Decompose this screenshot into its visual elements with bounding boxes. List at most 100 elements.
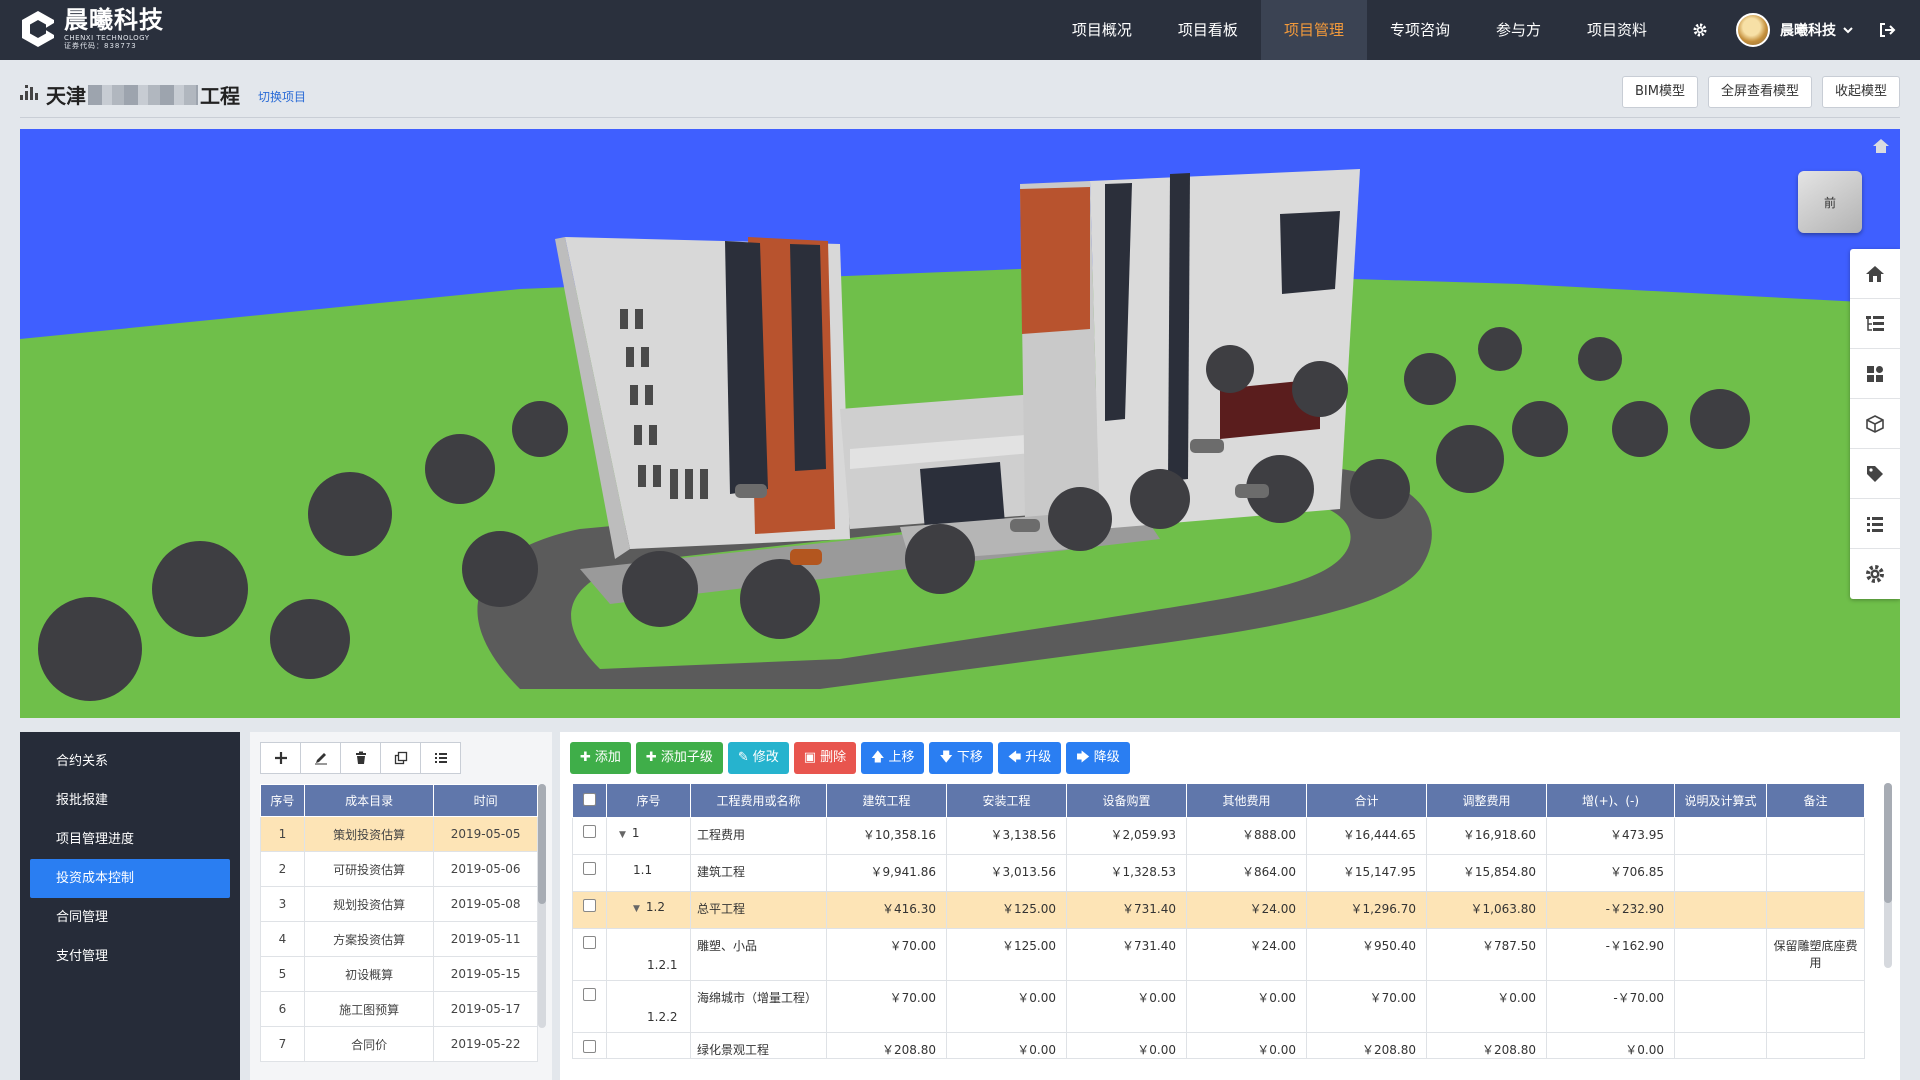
table-row[interactable]: 4 方案投资估算 2019-05-11 [260, 921, 538, 957]
settings-icon[interactable] [1850, 549, 1900, 599]
table-row[interactable]: 1 策划投资估算 2019-05-05 [260, 816, 538, 852]
nav-project-documents[interactable]: 项目资料 [1564, 0, 1670, 60]
edit-label: 修改 [752, 750, 779, 765]
table-row[interactable]: ▼ 1 工程费用 ￥10,358.16 ￥3,138.56 ￥2,059.93 ￥888.0… [572, 817, 1865, 855]
cube-icon[interactable] [1850, 399, 1900, 449]
row-checkbox-cell[interactable] [572, 891, 607, 929]
select-all-cell[interactable] [572, 783, 607, 818]
add-button[interactable]: ✚ 添加 [570, 742, 631, 774]
promote-button[interactable]: 🡄 升级 [997, 742, 1062, 774]
catalog-name-cell: 合同价 [303, 1026, 435, 1062]
sidebar-item-contract-management[interactable]: 合同管理 [30, 898, 230, 937]
add-icon[interactable] [260, 742, 301, 774]
fullscreen-model-button[interactable]: 全屏查看模型 [1707, 76, 1812, 108]
column-header[interactable]: 成本目录 [303, 784, 435, 817]
bim-model-button[interactable]: BIM模型 [1621, 76, 1698, 108]
table-row[interactable]: 7 合同价 2019-05-22 [260, 1026, 538, 1062]
select-all-checkbox[interactable] [583, 792, 596, 806]
install-amount-cell: ￥0.00 [946, 1032, 1067, 1059]
viewer-home-icon[interactable] [1872, 137, 1890, 155]
column-header: 合计 [1306, 783, 1427, 818]
move-down-button[interactable]: 🡇 下移 [929, 742, 993, 774]
move-up-label: 上移 [888, 750, 915, 765]
nav-project-overview[interactable]: 项目概况 [1049, 0, 1155, 60]
nav-special-consulting[interactable]: 专项咨询 [1367, 0, 1473, 60]
item-name-cell: 雕塑、小品 [690, 928, 827, 981]
sidebar-item-cost-control[interactable]: 投资成本控制 [30, 859, 230, 898]
edit-icon[interactable] [300, 742, 341, 774]
row-checkbox-cell[interactable] [572, 1032, 607, 1059]
nav-project-board[interactable]: 项目看板 [1155, 0, 1261, 60]
column-header: 序号 [260, 784, 305, 817]
row-checkbox[interactable] [583, 899, 596, 912]
expand-toggle-icon[interactable]: ▼ [619, 830, 626, 840]
equip-amount-cell: ￥0.00 [1066, 1032, 1187, 1059]
edit-button[interactable]: ✎ 修改 [727, 742, 789, 774]
promote-label: 升级 [1025, 750, 1052, 765]
sidebar-item-progress[interactable]: 项目管理进度 [30, 820, 230, 859]
list-icon[interactable] [1850, 499, 1900, 549]
row-checkbox[interactable] [583, 1040, 596, 1053]
nav-participants[interactable]: 参与方 [1473, 0, 1564, 60]
row-checkbox[interactable] [583, 936, 596, 949]
sidebar-item-contract-relations[interactable]: 合约关系 [30, 742, 230, 781]
row-checkbox[interactable] [583, 825, 596, 838]
copy-icon[interactable] [380, 742, 421, 774]
view-navigation-cube[interactable]: 前 [1798, 171, 1862, 233]
tag-icon[interactable] [1850, 449, 1900, 499]
home-icon[interactable] [1850, 249, 1900, 299]
demote-button[interactable]: 🡆 降级 [1066, 742, 1130, 774]
nav-project-management[interactable]: 项目管理 [1260, 0, 1367, 60]
layers-icon[interactable] [1850, 349, 1900, 399]
row-checkbox[interactable] [583, 988, 596, 1001]
table-row[interactable]: 1.1 建筑工程 ￥9,941.86 ￥3,013.56 ￥1,328.53 ￥864.0… [572, 854, 1865, 892]
brand-logo[interactable]: 晨曦科技 CHENXI TECHNOLOGY 证券代码：838773 [18, 8, 164, 50]
add-child-button[interactable]: ✚ 添加子级 [635, 742, 723, 774]
table-row[interactable]: 2 可研投资估算 2019-05-06 [260, 851, 538, 887]
collapse-model-button[interactable]: 收起模型 [1821, 76, 1900, 108]
equip-amount-cell: ￥1,328.53 [1066, 854, 1187, 892]
date-cell: 2019-05-06 [433, 851, 538, 887]
sidebar-item-payment-management[interactable]: 支付管理 [30, 937, 230, 976]
catalog-scrollbar[interactable] [538, 784, 546, 1028]
list-view-icon[interactable] [420, 742, 461, 774]
trash-icon[interactable] [340, 742, 381, 774]
note-cell [1674, 928, 1767, 981]
row-checkbox-cell[interactable] [572, 928, 607, 981]
column-header[interactable]: 时间 [433, 784, 538, 817]
table-row[interactable]: 3 规划投资估算 2019-05-08 [260, 886, 538, 922]
switch-project-link[interactable]: 切换项目 [258, 88, 306, 105]
cost-catalog-panel: 序号 成本目录 时间 1 策划投资估算 2019-05-05 2 可研投资估算 2019-… [250, 732, 552, 1080]
install-amount-cell: ￥125.00 [946, 891, 1067, 929]
table-row[interactable]: 5 初设概算 2019-05-15 [260, 956, 538, 992]
row-checkbox-cell[interactable] [572, 980, 607, 1033]
table-row[interactable]: 绿化景观工程 ￥208.80 ￥0.00 ￥0.00 ￥0.00 ￥208.80 ￥208.… [572, 1032, 1865, 1059]
top-navigation-bar: 晨曦科技 CHENXI TECHNOLOGY 证券代码：838773 项目概况 … [0, 0, 1920, 60]
user-menu[interactable]: 晨曦科技 [1736, 13, 1854, 47]
catalog-name-cell: 施工图预算 [303, 991, 435, 1027]
row-checkbox[interactable] [583, 862, 596, 875]
remark-cell: 保留雕塑底座费用 [1766, 928, 1865, 981]
row-number-cell: ▼ 1 [606, 817, 691, 855]
sidebar-item-approvals[interactable]: 报批报建 [30, 781, 230, 820]
bim-model-viewer[interactable]: 前 [20, 129, 1900, 718]
row-number-cell: 1 [260, 816, 305, 852]
tree-icon[interactable] [1850, 299, 1900, 349]
table-row[interactable]: 1.2.1 雕塑、小品 ￥70.00 ￥125.00 ￥731.40 ￥24.00 ￥950… [572, 928, 1865, 981]
row-checkbox-cell[interactable] [572, 817, 607, 855]
expand-toggle-icon[interactable]: ▼ [633, 904, 640, 914]
settings-gear-icon[interactable] [1690, 20, 1710, 40]
delete-button[interactable]: ▣ 删除 [793, 742, 857, 774]
install-amount-cell: ￥0.00 [946, 980, 1067, 1033]
table-row[interactable]: 1.2.2 海绵城市（增量工程） ￥70.00 ￥0.00 ￥0.00 ￥0.00 ￥70.… [572, 980, 1865, 1033]
table-scrollbar[interactable] [1884, 783, 1892, 968]
adjust-amount-cell: ￥787.50 [1426, 928, 1547, 981]
remark-cell [1766, 980, 1865, 1033]
table-row[interactable]: ▼ 1.2 总平工程 ￥416.30 ￥125.00 ￥731.40 ￥24.00 ￥1,29… [572, 891, 1865, 929]
column-header: 增(+)、(-) [1546, 783, 1675, 818]
table-row[interactable]: 6 施工图预算 2019-05-17 [260, 991, 538, 1027]
row-checkbox-cell[interactable] [572, 854, 607, 892]
total-amount-cell: ￥950.40 [1306, 928, 1427, 981]
move-up-button[interactable]: 🡅 上移 [861, 742, 925, 774]
logout-icon[interactable] [1878, 21, 1896, 39]
